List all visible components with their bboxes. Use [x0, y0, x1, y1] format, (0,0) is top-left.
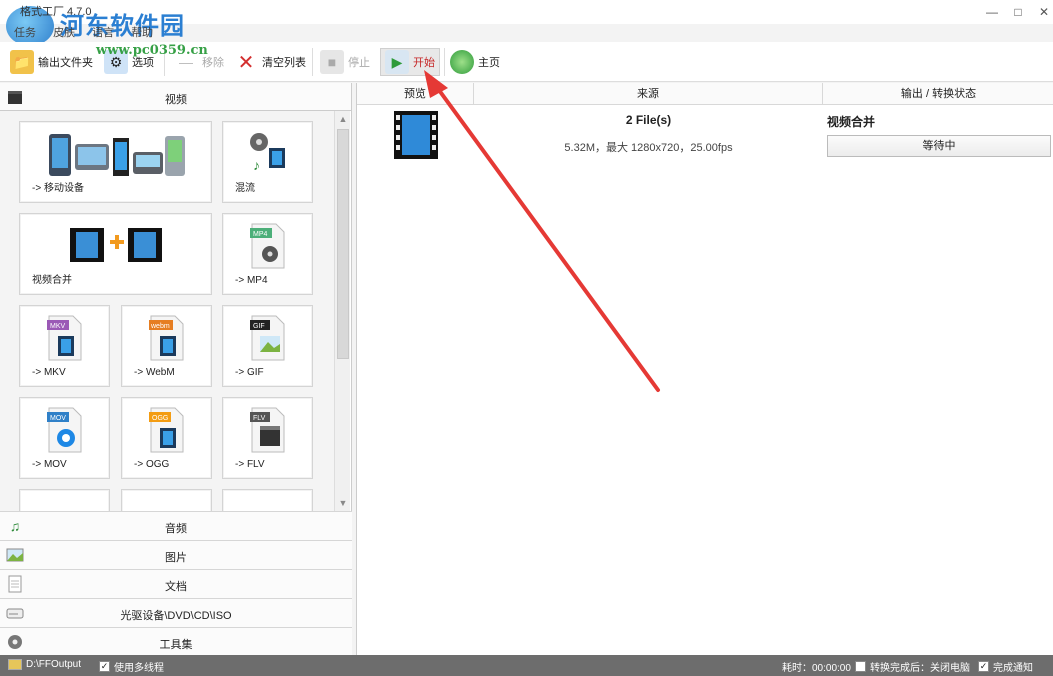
mp4-file-icon: MP4: [249, 223, 284, 269]
webm-file-icon: webm: [148, 315, 183, 361]
video-category-header[interactable]: 视频: [0, 83, 351, 111]
category-document[interactable]: 文档: [0, 569, 352, 598]
tile-gif[interactable]: GIF -> GIF: [222, 305, 313, 387]
svg-text:MKV: MKV: [50, 323, 66, 330]
film-reel-music-icon: ♪: [249, 133, 285, 173]
tile-mp4[interactable]: MP4 -> MP4: [222, 213, 313, 295]
flv-file-icon: FLV: [249, 407, 284, 453]
tile-ogg[interactable]: OGG -> OGG: [121, 397, 212, 479]
tile-flv[interactable]: FLV -> FLV: [222, 397, 313, 479]
close-button[interactable]: ✕: [1030, 2, 1053, 22]
ogg-file-icon: OGG: [148, 407, 183, 453]
tile-partial[interactable]: [222, 489, 313, 511]
menu-language[interactable]: 语言: [92, 24, 114, 40]
notify-checkbox[interactable]: ✓: [978, 661, 989, 672]
multithread-checkbox[interactable]: ✓: [99, 661, 110, 672]
clear-list-button[interactable]: ✕ 清空列表: [234, 48, 306, 76]
column-output-status[interactable]: 输出 / 转换状态: [823, 83, 1053, 105]
after-convert-checkbox[interactable]: [855, 661, 866, 672]
svg-text:GIF: GIF: [253, 323, 265, 330]
toolbar: 📁 输出文件夹 ⚙ 选项 — 移除 ✕ 清空列表 ■ 停止 ▶ 开始 主页 ww…: [0, 42, 1053, 82]
category-picture[interactable]: 图片: [0, 540, 352, 569]
home-button[interactable]: 主页: [450, 48, 500, 76]
svg-text:FLV: FLV: [253, 415, 266, 422]
scroll-up-icon[interactable]: ▲: [337, 113, 349, 125]
toolbar-divider: [444, 48, 445, 76]
grid-scrollbar[interactable]: ▲ ▼: [334, 111, 350, 511]
svg-text:MP4: MP4: [253, 231, 268, 238]
column-source[interactable]: 来源: [474, 83, 823, 105]
stop-button[interactable]: ■ 停止: [320, 48, 370, 76]
column-preview[interactable]: 预览: [357, 83, 474, 105]
tile-mux[interactable]: ♪ 混流: [222, 121, 313, 203]
mobile-devices-icon: [48, 134, 185, 176]
svg-text:♪: ♪: [253, 157, 260, 173]
tile-partial[interactable]: [121, 489, 212, 511]
video-join-icon: [69, 228, 162, 262]
minimize-button[interactable]: —: [978, 2, 1006, 22]
svg-text:MOV: MOV: [50, 415, 66, 422]
after-convert-option[interactable]: 转换完成后：关闭电脑: [855, 659, 970, 674]
video-file-icon: [394, 111, 438, 159]
title-bar: 格式工厂 4.7.0 河东软件园 — □ ✕: [0, 0, 1053, 46]
menu-skin[interactable]: 皮肤: [53, 24, 75, 40]
svg-text:OGG: OGG: [152, 415, 168, 422]
menu-bar: 任务 皮肤 语言 帮助: [0, 24, 300, 42]
svg-text:webm: webm: [150, 323, 170, 330]
category-disc[interactable]: 光驱设备\DVD\CD\ISO: [0, 598, 352, 627]
toolbar-divider: [312, 48, 313, 76]
video-format-grid: -> 移动设备 ♪ 混流 视频合并 MP4 -> MP4 MKV -> MKV …: [0, 111, 334, 511]
play-icon: ▶: [385, 50, 409, 74]
folder-icon: 📁: [10, 50, 34, 74]
output-path[interactable]: D:\FFOutput: [8, 659, 81, 670]
tile-mov[interactable]: MOV -> MOV: [19, 397, 110, 479]
output-task-name: 视频合并: [827, 115, 876, 129]
start-button[interactable]: ▶ 开始: [380, 48, 440, 76]
scroll-thumb[interactable]: [337, 129, 349, 359]
source-metadata: 5.32M，最大 1280x720，25.00fps: [564, 142, 733, 154]
tile-webm[interactable]: webm -> WebM: [121, 305, 212, 387]
tile-video-join[interactable]: 视频合并: [19, 213, 212, 295]
gif-file-icon: GIF: [249, 315, 284, 361]
menu-help[interactable]: 帮助: [131, 24, 153, 40]
task-row[interactable]: 2 File(s) 5.32M，最大 1280x720，25.00fps 视频合…: [357, 105, 1053, 165]
red-x-icon: ✕: [237, 51, 255, 74]
mov-file-icon: MOV: [46, 407, 81, 453]
task-list-header: 预览 来源 输出 / 转换状态: [357, 83, 1053, 105]
stop-icon: ■: [320, 50, 344, 74]
elapsed-time: 耗时：00:00:00: [782, 663, 851, 674]
notify-option[interactable]: ✓ 完成通知: [978, 659, 1033, 674]
conversion-panel: 视频 -> 移动设备 ♪ 混流 视频合并 MP4 -> MP4 MKV -> M…: [0, 83, 352, 656]
category-tools[interactable]: 工具集: [0, 627, 352, 656]
output-folder-button[interactable]: 📁 输出文件夹: [10, 48, 93, 76]
task-list-panel: 预览 来源 输出 / 转换状态 2 File(s) 5.32M，最大 1280x…: [356, 83, 1053, 655]
app-window: 格式工厂 4.7.0 河东软件园 — □ ✕ 任务 皮肤 语言 帮助 📁 输出文…: [0, 0, 1053, 676]
watermark-url: www.pc0359.cn: [96, 43, 208, 58]
multithread-option[interactable]: ✓ 使用多线程: [99, 659, 164, 674]
tile-mkv[interactable]: MKV -> MKV: [19, 305, 110, 387]
status-bar: D:\FFOutput ✓ 使用多线程 耗时：00:00:00 转换完成后：关闭…: [0, 655, 1053, 676]
source-file-count: 2 File(s): [625, 113, 672, 127]
task-status: 等待中: [827, 135, 1051, 157]
folder-icon: [8, 659, 22, 670]
menu-task[interactable]: 任务: [14, 24, 36, 40]
category-audio[interactable]: ♫ 音频: [0, 511, 352, 540]
maximize-button[interactable]: □: [1004, 2, 1032, 22]
category-list: ♫ 音频 图片 文档 光驱设备\DVD\CD\ISO 工具集: [0, 511, 352, 656]
globe-icon: [450, 50, 474, 74]
mkv-file-icon: MKV: [46, 315, 81, 361]
tile-partial[interactable]: [19, 489, 110, 511]
tile-mobile-device[interactable]: -> 移动设备: [19, 121, 212, 203]
scroll-down-icon[interactable]: ▼: [337, 497, 349, 509]
